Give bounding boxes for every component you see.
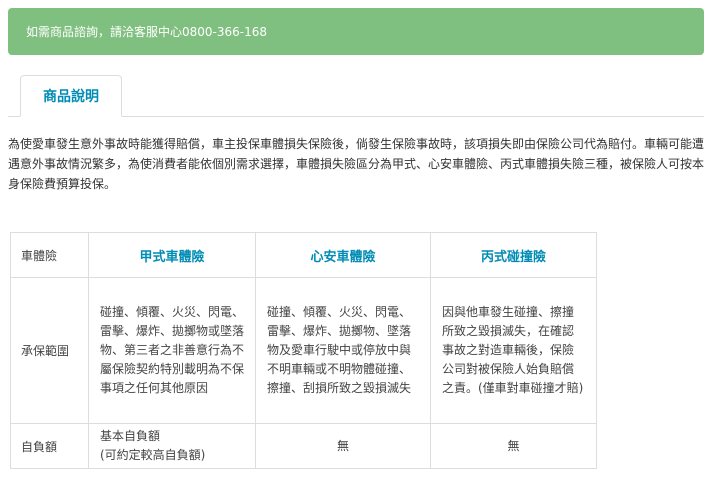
table-cell: 因與他車發生碰撞、擦撞所致之毀損滅失，在確認事故之對造車輛後，保險公司對被保險人… — [430, 277, 597, 424]
tab-label: 商品說明 — [43, 89, 99, 105]
row-label-deductible: 自負額 — [10, 423, 89, 469]
table-cell: 基本自負額 (可約定較高自負額) — [88, 423, 256, 469]
table-corner-header: 車體險 — [10, 232, 89, 278]
coverage-peace-of-mind-text: 碰撞、傾覆、火災、閃電、雷擊、爆炸、拋擲物、墜落物及愛車行駛中或停放中與不明車輛… — [267, 305, 412, 395]
table-cell: 無 — [430, 423, 597, 469]
customer-service-notice: 如需商品諮詢，請洽客服中心0800-366-168 — [8, 8, 704, 55]
notice-text: 如需商品諮詢，請洽客服中心0800-366-168 — [26, 25, 268, 39]
table-cell: 碰撞、傾覆、火災、閃電、雷擊、爆炸、拋擲物、墜落物及愛車行駛中或停放中與不明車輛… — [255, 277, 431, 424]
table-row: 自負額 基本自負額 (可約定較高自負額) 無 無 — [10, 423, 597, 469]
table-cell: 無 — [255, 423, 431, 469]
tab-product-description[interactable]: 商品說明 — [20, 75, 122, 117]
column-header-peace-of-mind: 心安車體險 — [255, 232, 431, 278]
table-row: 承保範圍 碰撞、傾覆、火災、閃電、雷擊、爆炸、拋擲物或墜落物、第三者之非善意行為… — [10, 277, 597, 424]
deductible-type-c-text: 無 — [507, 438, 520, 453]
table-header-row: 車體險 甲式車體險 心安車體險 丙式碰撞險 — [10, 232, 597, 278]
table-cell: 碰撞、傾覆、火災、閃電、雷擊、爆炸、拋擲物或墜落物、第三者之非善意行為不屬保險契… — [88, 277, 256, 424]
coverage-table: 車體險 甲式車體險 心安車體險 丙式碰撞險 承保範圍 碰撞、傾覆、火災、閃電、雷… — [10, 232, 597, 469]
coverage-type-a-text: 碰撞、傾覆、火災、閃電、雷擊、爆炸、拋擲物或墜落物、第三者之非善意行為不屬保險契… — [100, 305, 245, 395]
column-header-type-a: 甲式車體險 — [88, 232, 256, 278]
product-description: 為使愛車發生意外事故時能獲得賠償，車主投保車體損失保險後，倘發生保險事故時，該項… — [8, 137, 705, 191]
column-header-type-c: 丙式碰撞險 — [430, 232, 597, 278]
deductible-peace-of-mind-text: 無 — [336, 438, 349, 453]
row-label-coverage: 承保範圍 — [10, 277, 89, 424]
coverage-type-c-text: 因與他車發生碰撞、擦撞所致之毀損滅失，在確認事故之對造車輛後，保險公司對被保險人… — [442, 305, 584, 395]
deductible-type-a-text: 基本自負額 (可約定較高自負額) — [100, 429, 206, 462]
